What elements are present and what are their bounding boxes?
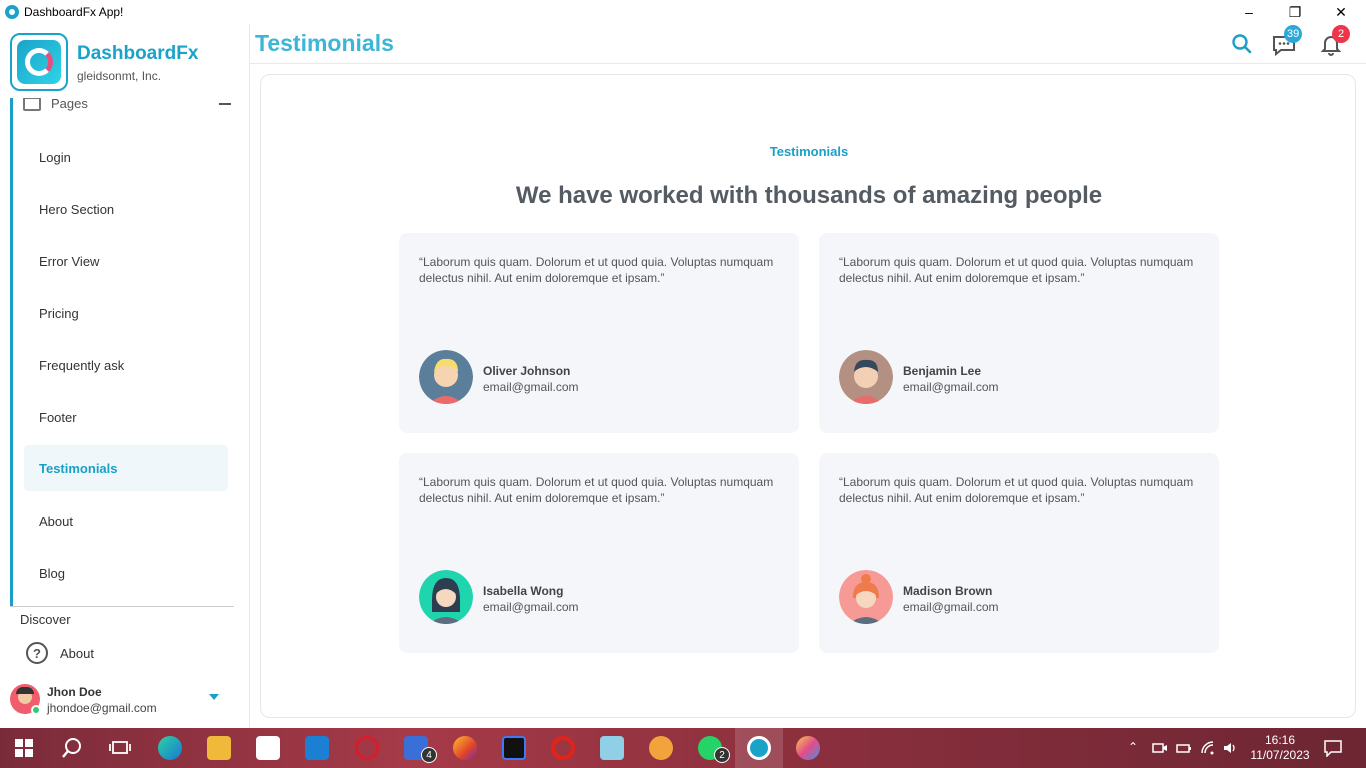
dashboardfx-taskbar-icon[interactable] bbox=[747, 736, 771, 760]
window-title: DashboardFx App! bbox=[24, 5, 124, 19]
camera-icon[interactable] bbox=[1152, 740, 1168, 756]
sidebar-item-label: Frequently ask bbox=[39, 357, 125, 373]
clock-time: 16:16 bbox=[1264, 733, 1296, 747]
page-title: Testimonials bbox=[255, 30, 394, 56]
sidebar-item-error-view[interactable]: Error View bbox=[24, 238, 228, 284]
todo-badge: 4 bbox=[421, 747, 437, 763]
file-explorer-icon[interactable] bbox=[207, 736, 231, 760]
sidebar-item-pricing[interactable]: Pricing bbox=[24, 290, 228, 336]
sidebar-item-label: Footer bbox=[39, 409, 77, 425]
brand-name: DashboardFx bbox=[77, 43, 199, 64]
online-status-icon bbox=[31, 705, 41, 715]
testimonial-quote: “Laborum quis quam. Dolorum et ut quod q… bbox=[419, 475, 774, 505]
messages-badge: 39 bbox=[1284, 25, 1303, 43]
chevron-up-icon[interactable]: ⌃ bbox=[1128, 740, 1142, 768]
testimonial-email: email@gmail.com bbox=[483, 380, 579, 394]
intellij-icon[interactable] bbox=[502, 736, 526, 760]
testimonial-name: Oliver Johnson bbox=[483, 364, 571, 378]
restore-icon[interactable]: ❐ bbox=[1272, 0, 1318, 24]
microsoft-store-icon[interactable] bbox=[256, 736, 280, 760]
sidebar-divider bbox=[10, 606, 234, 607]
testimonial-name: Madison Brown bbox=[903, 584, 993, 598]
wifi-icon[interactable] bbox=[1200, 740, 1216, 756]
sidebar-item-login[interactable]: Login bbox=[24, 134, 228, 180]
sidebar-item-hero-section[interactable]: Hero Section bbox=[24, 186, 228, 232]
sidebar: Pages Login Hero Section Error View Pric… bbox=[0, 24, 250, 728]
testimonial-card: “Laborum quis quam. Dolorum et ut quod q… bbox=[399, 233, 799, 433]
battery-icon[interactable] bbox=[1176, 740, 1192, 756]
image-icon bbox=[23, 96, 41, 111]
sidebar-item-label: Testimonials bbox=[39, 460, 118, 476]
sidebar-item-label: Hero Section bbox=[39, 201, 115, 217]
avatar bbox=[839, 350, 893, 404]
pages-group: Pages Login Hero Section Error View Pric… bbox=[10, 84, 234, 606]
top-header: Testimonials 39 2 bbox=[250, 24, 1366, 64]
app-red-icon[interactable] bbox=[355, 736, 379, 760]
avatar bbox=[839, 570, 893, 624]
notification-center-icon[interactable] bbox=[1323, 739, 1343, 757]
sidebar-item-label: Login bbox=[39, 149, 71, 165]
sidebar-item-frequently-ask[interactable]: Frequently ask bbox=[24, 342, 228, 388]
testimonial-quote: “Laborum quis quam. Dolorum et ut quod q… bbox=[419, 255, 774, 285]
user-profile[interactable]: Jhon Doe jhondoe@gmail.com bbox=[10, 682, 240, 722]
taskbar: 4 2 ⌃ 16:16 11/07/2023 bbox=[0, 728, 1366, 768]
sidebar-item-label: Blog bbox=[39, 565, 66, 581]
clock-date: 11/07/2023 bbox=[1250, 748, 1310, 762]
app-orange-icon[interactable] bbox=[649, 736, 673, 760]
opera-icon[interactable] bbox=[551, 736, 575, 760]
testimonial-quote: “Laborum quis quam. Dolorum et ut quod q… bbox=[839, 255, 1194, 285]
testimonials-panel: Testimonials We have worked with thousan… bbox=[260, 74, 1356, 718]
app-logo bbox=[10, 33, 68, 91]
brand-org: gleidsonmt, Inc. bbox=[77, 69, 162, 83]
testimonial-email: email@gmail.com bbox=[903, 600, 999, 614]
app-icon bbox=[5, 5, 19, 19]
section-eyebrow: Testimonials bbox=[769, 144, 849, 159]
user-email: jhondoe@gmail.com bbox=[47, 701, 157, 715]
sidebar-item-label: About bbox=[60, 645, 94, 661]
volume-icon[interactable] bbox=[1222, 740, 1238, 756]
discover-section-label: Discover bbox=[20, 612, 71, 627]
pages-group-label: Pages bbox=[51, 96, 88, 111]
sidebar-item-label: Pricing bbox=[39, 305, 79, 321]
windows-start-icon[interactable] bbox=[12, 736, 36, 760]
search-icon[interactable] bbox=[60, 736, 84, 760]
testimonial-email: email@gmail.com bbox=[483, 600, 579, 614]
testimonial-quote: “Laborum quis quam. Dolorum et ut quod q… bbox=[839, 475, 1194, 505]
testimonial-email: email@gmail.com bbox=[903, 380, 999, 394]
help-icon: ? bbox=[26, 642, 48, 664]
chevron-down-icon[interactable] bbox=[209, 694, 219, 700]
testimonial-card: “Laborum quis quam. Dolorum et ut quod q… bbox=[399, 453, 799, 653]
pages-group-header[interactable]: Pages bbox=[23, 96, 231, 111]
paint-icon[interactable] bbox=[796, 736, 820, 760]
sidebar-item-label: About bbox=[39, 513, 73, 529]
sidebar-item-blog[interactable]: Blog bbox=[24, 550, 228, 596]
minimize-icon[interactable]: – bbox=[1226, 0, 1272, 24]
firefox-icon[interactable] bbox=[453, 736, 477, 760]
sidebar-item-label: Error View bbox=[39, 253, 100, 269]
testimonial-name: Isabella Wong bbox=[483, 584, 564, 598]
brand: DashboardFx gleidsonmt, Inc. bbox=[0, 24, 249, 98]
sidebar-item-about[interactable]: About bbox=[24, 498, 228, 544]
system-clock[interactable]: 16:16 11/07/2023 bbox=[1250, 733, 1310, 763]
mail-icon[interactable] bbox=[305, 736, 329, 760]
search-icon[interactable] bbox=[1228, 30, 1256, 58]
sidebar-item-discover-about[interactable]: ? About bbox=[26, 642, 94, 664]
testimonial-name: Benjamin Lee bbox=[903, 364, 982, 378]
testimonial-card: “Laborum quis quam. Dolorum et ut quod q… bbox=[819, 453, 1219, 653]
task-view-icon[interactable] bbox=[108, 736, 132, 760]
user-name: Jhon Doe bbox=[47, 685, 102, 699]
collapse-icon[interactable] bbox=[219, 103, 231, 105]
close-icon[interactable]: ✕ bbox=[1318, 0, 1364, 24]
notifications-badge: 2 bbox=[1332, 25, 1350, 43]
app-blue-icon[interactable] bbox=[600, 736, 624, 760]
window-titlebar: DashboardFx App! – ❐ ✕ bbox=[0, 0, 1366, 24]
sidebar-item-footer[interactable]: Footer bbox=[24, 394, 228, 440]
section-headline: We have worked with thousands of amazing… bbox=[515, 182, 1103, 209]
avatar bbox=[419, 350, 473, 404]
testimonial-card: “Laborum quis quam. Dolorum et ut quod q… bbox=[819, 233, 1219, 433]
avatar bbox=[419, 570, 473, 624]
whatsapp-badge: 2 bbox=[714, 747, 730, 763]
sidebar-item-testimonials[interactable]: Testimonials bbox=[24, 445, 228, 491]
edge-browser-icon[interactable] bbox=[158, 736, 182, 760]
